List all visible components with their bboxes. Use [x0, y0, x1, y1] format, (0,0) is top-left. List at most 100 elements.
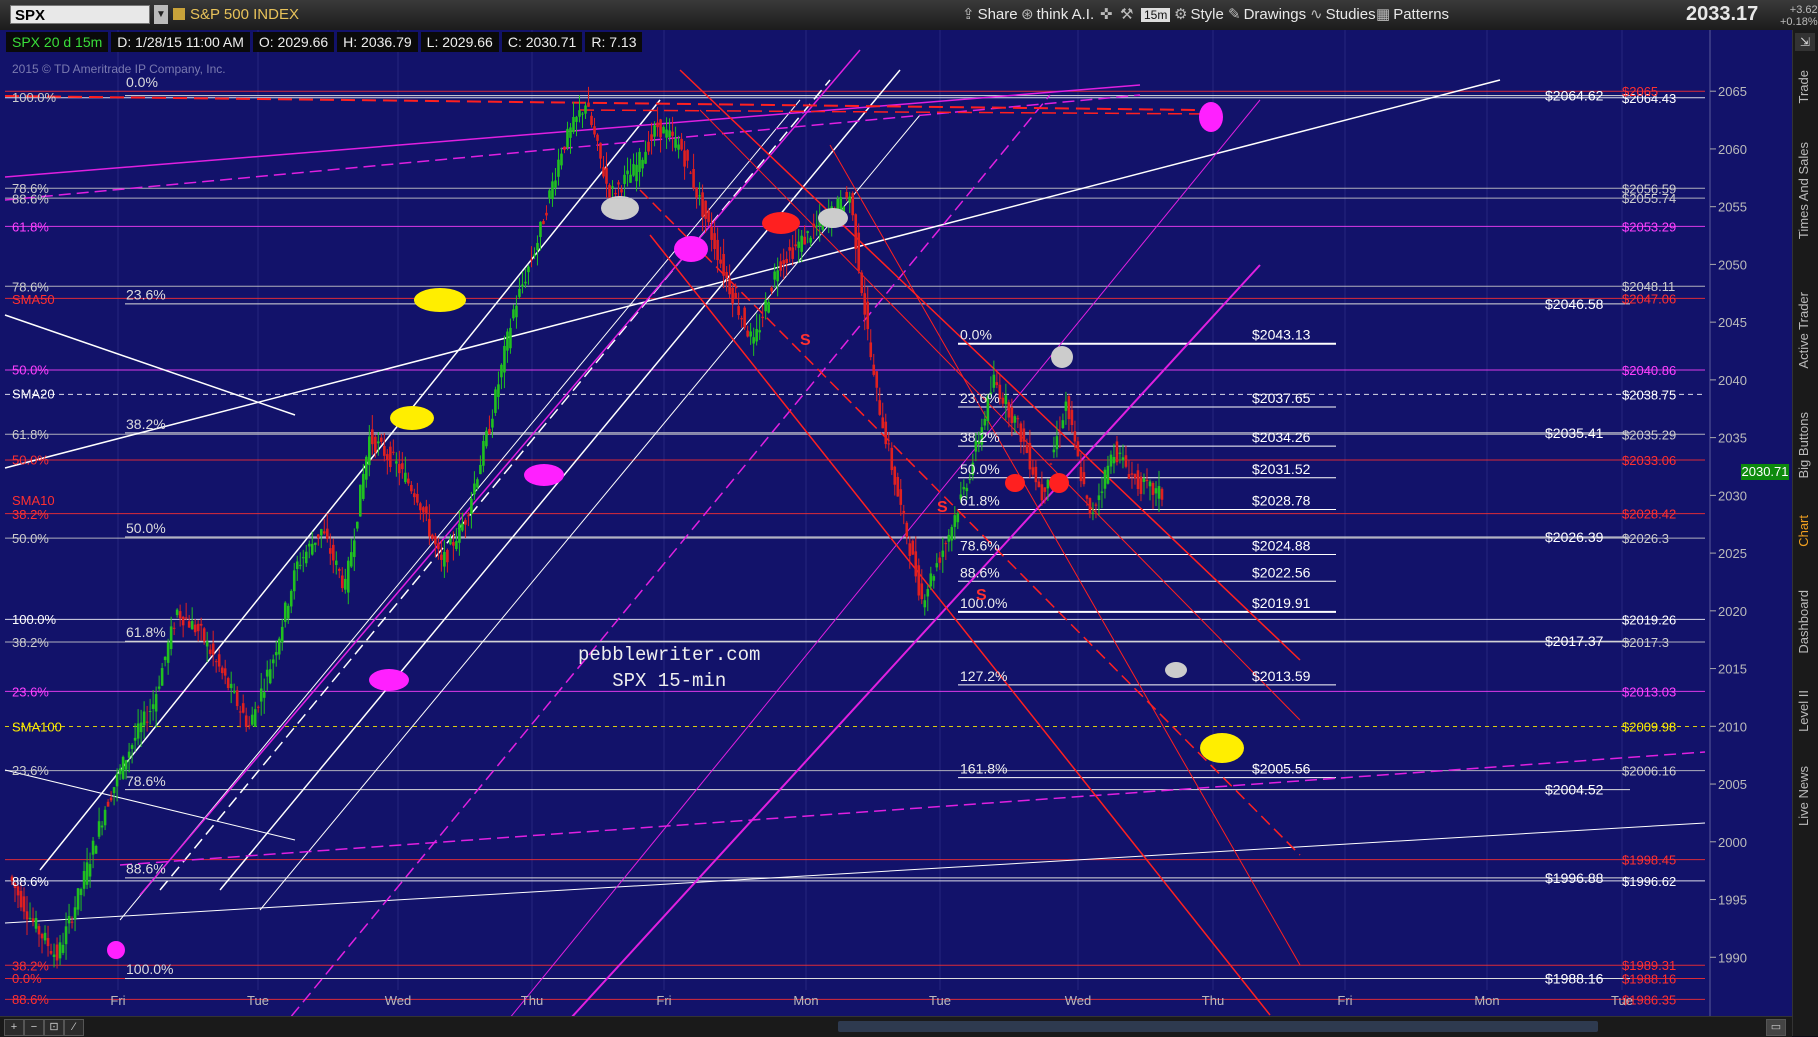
x-tick-label: Tue: [247, 993, 269, 1008]
sidebar-active-trader[interactable]: Active Trader: [1796, 292, 1816, 369]
candle-body: [554, 180, 557, 188]
sidebar-level-ii[interactable]: Level II: [1796, 690, 1816, 732]
fib-left-label: 78.6%: [126, 773, 166, 789]
level-label: $1996.88: [1545, 870, 1604, 886]
y-tick-label: 2005: [1718, 777, 1747, 792]
candle-body: [983, 418, 987, 426]
edge-label: SMA50: [12, 292, 55, 307]
candle-body: [491, 418, 494, 428]
sidebar-chart[interactable]: Chart: [1796, 515, 1816, 547]
candle-body: [1040, 484, 1044, 501]
studies-button[interactable]: ∿ Studies: [1310, 5, 1376, 25]
candle-body: [770, 287, 773, 292]
candle-body: [992, 374, 996, 388]
level-label: $2004.52: [1545, 782, 1604, 798]
candle-body: [256, 706, 260, 708]
candle-body: [704, 200, 707, 219]
marker-magenta: [674, 236, 708, 262]
candle-body: [671, 131, 674, 136]
edge-label: 88.6%: [12, 192, 49, 207]
candle-body: [707, 210, 710, 223]
chart-id[interactable]: SPX 20 d 15m: [6, 32, 109, 52]
marker-magenta: [1199, 102, 1223, 132]
candle-body: [205, 641, 209, 647]
drawings-button[interactable]: ✎ Drawings: [1228, 5, 1306, 25]
draw-line-icon[interactable]: ⁄: [64, 1019, 84, 1036]
candle-body: [25, 911, 29, 920]
patterns-button[interactable]: ▦ Patterns: [1376, 5, 1449, 25]
candle-body: [920, 583, 924, 600]
candle-body: [797, 241, 800, 248]
share-button[interactable]: ⇪ Share: [962, 5, 1018, 25]
candle-body: [1004, 395, 1008, 405]
sidebar-trade[interactable]: Trade: [1796, 70, 1816, 103]
symbol-dropdown-icon[interactable]: ▼: [154, 5, 168, 24]
candle-body: [1082, 472, 1086, 485]
candle-body: [94, 846, 98, 854]
scroll-end-icon[interactable]: ▭: [1766, 1019, 1786, 1036]
x-tick-label: Fri: [656, 993, 671, 1008]
x-tick-label: Mon: [793, 993, 818, 1008]
candle-body: [650, 134, 653, 140]
style-button[interactable]: ⚙ Style: [1174, 5, 1224, 25]
candle-body: [935, 563, 939, 568]
sidebar-big-buttons[interactable]: Big Buttons: [1796, 412, 1816, 479]
x-tick-label: Tue: [1611, 993, 1633, 1008]
think-ai-button[interactable]: ⊛ think A.I.: [1021, 5, 1094, 25]
right-price-label: $2019.26: [1622, 612, 1676, 627]
level-label: $2046.58: [1545, 296, 1604, 312]
edge-label: 61.8%: [12, 219, 49, 234]
fib-right-value: $2031.52: [1252, 461, 1311, 477]
candle-body: [130, 745, 134, 749]
candle-body: [902, 510, 906, 513]
fib-left-label: 61.8%: [126, 624, 166, 640]
wrench-tool-button[interactable]: ⚒: [1120, 5, 1136, 25]
timeframe-button[interactable]: 15m: [1141, 5, 1171, 25]
candle-body: [241, 703, 245, 713]
candle-body: [695, 187, 698, 198]
fib-right-pct: 61.8%: [960, 492, 1000, 508]
x-tick-label: Wed: [385, 993, 412, 1008]
candle-body: [1043, 487, 1047, 492]
candle-body: [611, 186, 614, 189]
y-tick-label: 2065: [1718, 84, 1747, 99]
x-tick-label: Wed: [1065, 993, 1092, 1008]
x-tick-label: Fri: [110, 993, 125, 1008]
candle-body: [731, 287, 734, 304]
fib-right-value: $2019.91: [1252, 595, 1311, 611]
candle-body: [232, 690, 236, 693]
edge-label: SMA100: [12, 719, 62, 734]
crosshair-tool-button[interactable]: ✜: [1100, 5, 1116, 25]
candle-body: [1013, 416, 1017, 423]
candle-body: [926, 589, 930, 597]
zoom-out-icon[interactable]: −: [24, 1019, 44, 1036]
expand-icon[interactable]: ⇲: [1795, 33, 1815, 51]
right-price-label: $2038.75: [1622, 387, 1676, 402]
symbol-input[interactable]: SPX: [10, 5, 150, 24]
chart-scrollbar[interactable]: [838, 1021, 1598, 1032]
candle-body: [644, 151, 647, 164]
candle-body: [419, 503, 422, 511]
fib-right-pct: 88.6%: [960, 564, 1000, 580]
zoom-in-icon[interactable]: +: [4, 1019, 24, 1036]
symbol-flag-icon[interactable]: [173, 8, 185, 20]
candle-body: [956, 513, 960, 523]
right-sidebar: ⇲ Trade Times And Sales Active Trader Bi…: [1792, 30, 1818, 1036]
candle-body: [343, 578, 347, 590]
edge-label: 88.6%: [12, 874, 49, 889]
y-tick-label: 2050: [1718, 257, 1747, 272]
candle-body: [851, 193, 855, 216]
candle-body: [410, 484, 413, 492]
fit-icon[interactable]: ⊡: [44, 1019, 64, 1036]
candle-body: [413, 493, 416, 498]
sidebar-times-and-sales[interactable]: Times And Sales: [1796, 142, 1816, 239]
candle-body: [629, 174, 632, 183]
sidebar-dashboard[interactable]: Dashboard: [1796, 590, 1816, 654]
candle-body: [365, 456, 368, 480]
candle-body: [148, 710, 152, 712]
candle-body: [286, 605, 290, 619]
sidebar-live-news[interactable]: Live News: [1796, 766, 1816, 826]
candle-body: [349, 552, 353, 567]
price-chart[interactable]: $2064.43 $2065 $2056.59 $2055.74 $2053.29 $20…: [0, 30, 1792, 1031]
candle-body: [848, 196, 852, 203]
